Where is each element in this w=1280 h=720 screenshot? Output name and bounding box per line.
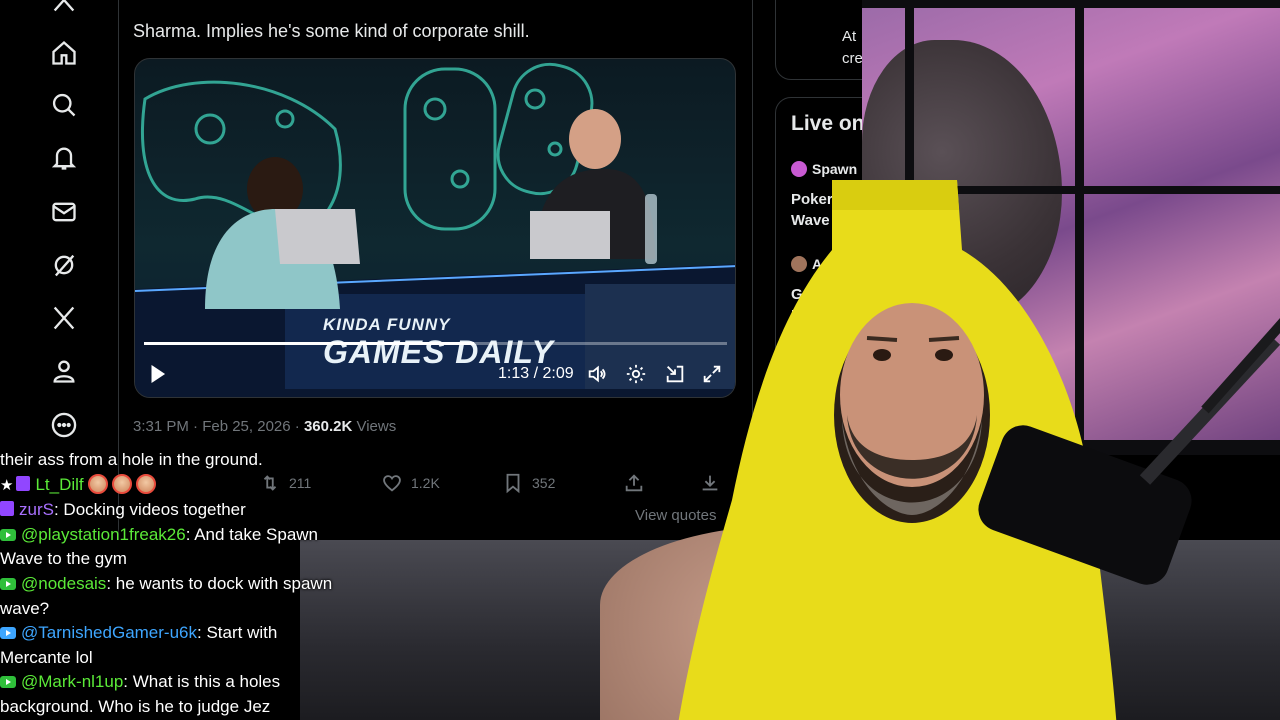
dock-button[interactable] [663, 362, 687, 386]
face-emote-icon [87, 473, 108, 494]
settings-button[interactable] [624, 362, 648, 386]
youtube-icon [0, 627, 16, 640]
notifications-button[interactable] [38, 132, 90, 184]
home-icon [52, 40, 76, 65]
x-logo-icon [53, 0, 75, 12]
profile-button[interactable] [38, 345, 90, 397]
grok-button[interactable] [38, 239, 90, 291]
youtube-icon [0, 528, 16, 541]
mail-icon [52, 202, 76, 222]
video-progress-bar[interactable] [144, 342, 727, 345]
microphone [978, 318, 1280, 585]
share-button[interactable] [623, 472, 645, 494]
bookmark-button[interactable]: 352 [502, 472, 555, 494]
heart-icon [383, 475, 401, 492]
live-item-title[interactable]: Poker Wave [791, 189, 833, 231]
window-frame [905, 0, 914, 455]
bookmark-icon [506, 473, 520, 494]
download-button[interactable] [699, 472, 721, 494]
tweet-metadata: 3:31 PM · Feb 25, 2026 · 360.2K Views [133, 418, 396, 435]
fullscreen-button[interactable] [700, 362, 724, 386]
fullscreen-icon [703, 365, 721, 383]
bell-icon [51, 147, 77, 170]
stream-chat: their ass from a hole in the ground. ★ Lt… [0, 448, 370, 720]
window-frame [862, 186, 1280, 194]
tweet-text: Sharma. Implies he's some kind of corpor… [133, 21, 530, 41]
chat-username: @Mark-nl1up [21, 672, 124, 692]
search-icon [52, 93, 76, 117]
x-logo-icon [53, 306, 75, 330]
more-button[interactable] [38, 399, 90, 451]
star-badge-icon: ★ [0, 476, 14, 494]
window-frame [862, 0, 1280, 8]
window-frame [862, 440, 1280, 455]
views-count: 360.2K [303, 418, 353, 435]
more-circle-icon [51, 412, 77, 438]
chat-message: zurS: Docking videos together [0, 498, 370, 523]
views-label: Views [352, 418, 397, 435]
chat-message: Mercante lol [0, 647, 93, 667]
face-emote-icon [135, 473, 156, 494]
video-progress-fill [144, 342, 474, 345]
face-emote-icon [111, 473, 132, 494]
video-player[interactable]: KINDA FUNNY GAMES DAILY 1:13 / 2:09 [134, 58, 736, 398]
grok-icon [54, 254, 75, 277]
volume-icon [588, 365, 606, 383]
tweet-timestamp[interactable]: 3:31 PM · Feb 25, 2026 · [133, 418, 304, 435]
dock-icon [666, 365, 684, 383]
download-icon [702, 475, 718, 491]
youtube-icon [0, 676, 16, 689]
chat-message: wave? [0, 598, 50, 618]
chat-username: @playstation1freak26 [21, 524, 186, 544]
video-time: 1:13 / 2:09 [498, 365, 574, 382]
studio-floor [300, 540, 1280, 720]
chat-username: Lt_Dilf [35, 474, 84, 494]
chat-message: @Mark-nl1up: What is this a holes [0, 670, 370, 695]
bookmark-count: 352 [532, 475, 556, 491]
messages-button[interactable] [38, 186, 90, 238]
right-top-card [775, 0, 905, 80]
volume-button[interactable] [585, 362, 609, 386]
live-item-host[interactable]: Aut [791, 256, 835, 272]
right-top-card-text: At cre [842, 26, 863, 70]
person-icon [53, 360, 75, 383]
x-logo-top-button[interactable] [38, 0, 90, 26]
gear-icon [626, 364, 646, 384]
play-icon [151, 364, 166, 384]
avatar [791, 161, 807, 177]
streamer-body [600, 525, 1080, 720]
chat-message: background. Who is he to judge Jez [0, 696, 271, 716]
view-quotes-link[interactable]: View quotes [635, 507, 716, 524]
search-button[interactable] [38, 79, 90, 131]
right-top-line-2: cre [842, 50, 863, 67]
video-overlay-title: KINDA FUNNY [323, 315, 451, 334]
premium-button[interactable] [38, 292, 90, 344]
chat-message: ★ Lt_Dilf [0, 473, 370, 499]
like-button[interactable]: 1.2K [381, 472, 440, 494]
chat-message: their ass from a hole in the ground. [0, 450, 263, 469]
twitch-icon [0, 501, 14, 517]
chat-message: @TarnishedGamer-u6k: Start with [0, 621, 370, 646]
chat-message: @nodesais: he wants to dock with spawn [0, 572, 370, 597]
chat-message: @playstation1freak26: And take Spawn [0, 523, 370, 548]
live-panel-title: Live on [791, 112, 865, 135]
studio-window [862, 0, 1280, 455]
chat-message: Wave to the gym [0, 549, 127, 569]
live-item-title[interactable]: Getti Leon [791, 284, 827, 326]
window-frame [1075, 0, 1084, 455]
x-sidebar [0, 0, 120, 450]
right-top-line-1: At [842, 28, 857, 45]
youtube-icon [0, 577, 16, 590]
like-count: 1.2K [411, 475, 440, 491]
chat-username: @TarnishedGamer-u6k [21, 623, 197, 643]
play-button[interactable] [145, 362, 169, 386]
live-item-host[interactable]: Spawn [791, 161, 857, 177]
share-icon [625, 474, 643, 492]
avatar [791, 256, 807, 272]
chat-username: zurS [19, 500, 54, 520]
twitch-icon [16, 475, 31, 491]
home-button[interactable] [38, 27, 90, 79]
chat-username: @nodesais [21, 573, 107, 593]
